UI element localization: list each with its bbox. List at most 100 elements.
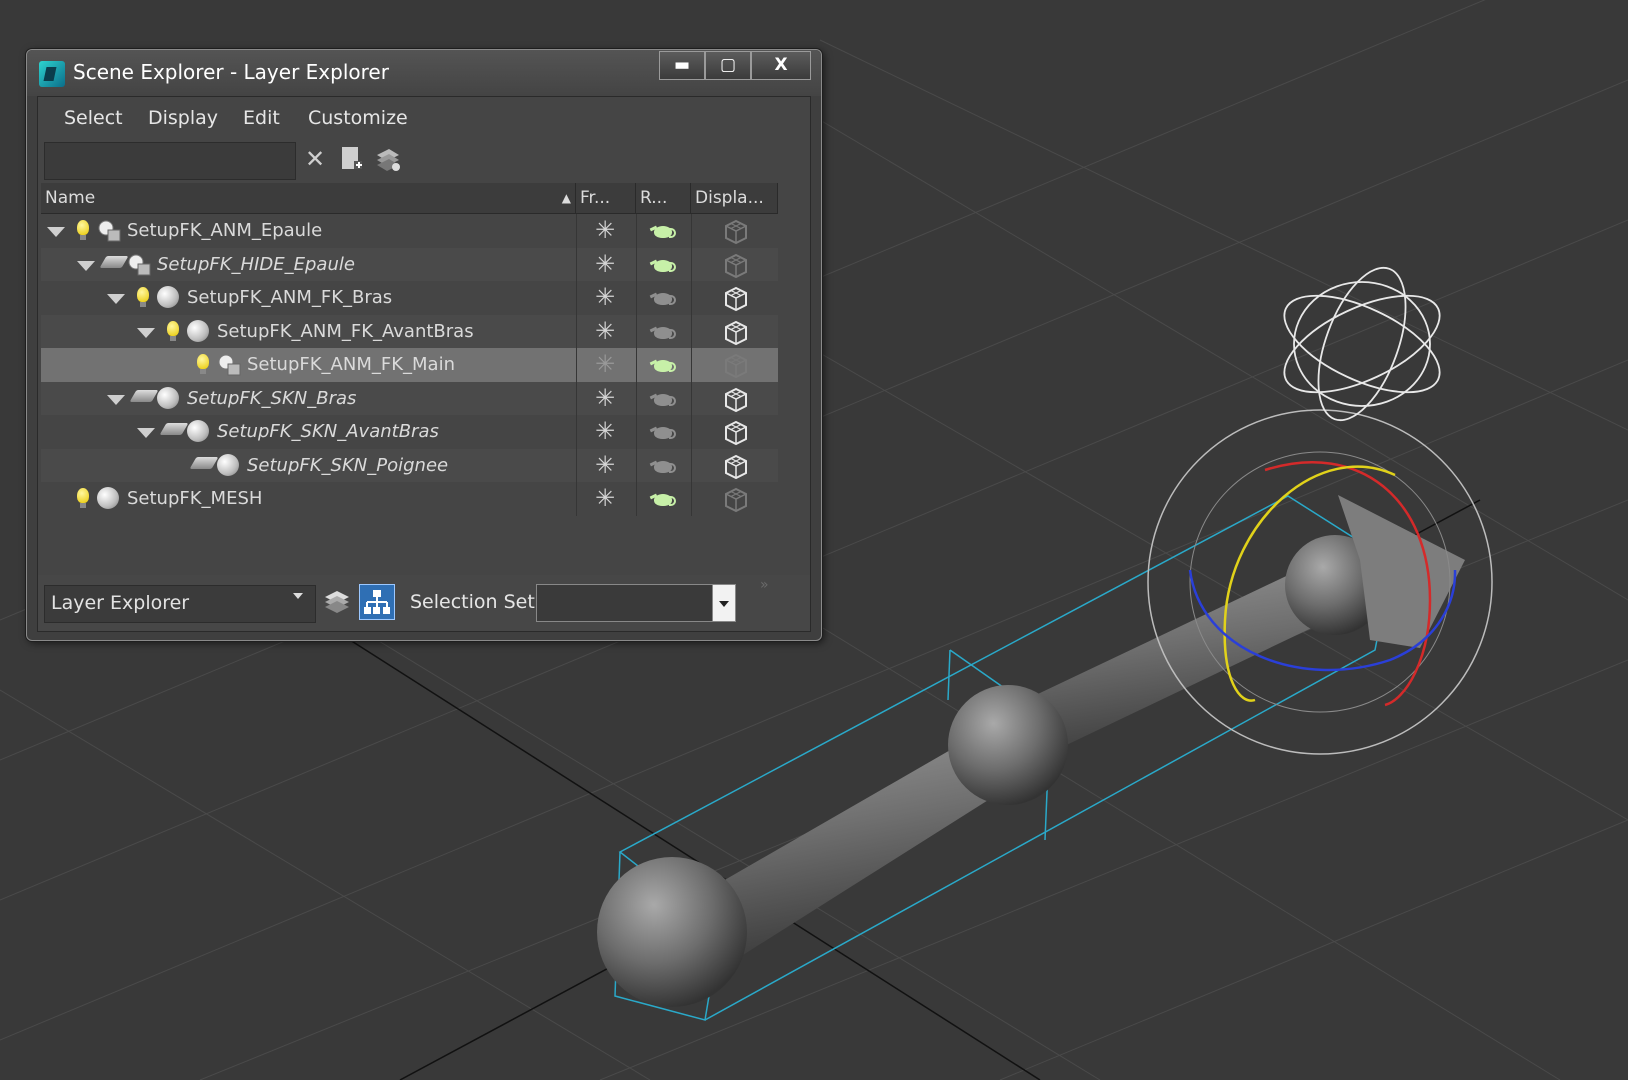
overflow-icon[interactable]: » [760,577,769,593]
layer-name: SetupFK_HIDE_Epaule [157,253,355,275]
column-header: Name ▲ Fr... R... Displa... [41,183,778,214]
layer-name: SetupFK_ANM_Epaule [127,220,323,241]
display-box-icon[interactable] [723,454,749,484]
column-name-label: Name [45,188,96,208]
layer-name: SetupFK_ANM_FK_Bras [187,287,393,308]
expand-triangle-icon[interactable] [107,294,125,304]
object-sphere-icon [187,319,209,342]
object-sphere-icon [97,487,119,509]
layer-name: SetupFK_SKN_Poignee [247,454,449,476]
layer-row[interactable]: SetupFK_SKN_AvantBras ✳ [41,415,778,449]
clear-search-icon[interactable]: ✕ [302,145,328,173]
display-box-icon[interactable] [723,387,749,417]
render-teapot-icon[interactable] [649,391,676,407]
layer-icon [99,255,129,268]
render-teapot-icon[interactable] [649,424,676,440]
layer-row[interactable]: SetupFK_MESH ✳ [41,482,778,516]
freeze-snowflake-icon[interactable]: ✳ [595,350,615,378]
render-teapot-icon[interactable] [649,324,676,340]
object-sphere-icon [217,453,239,476]
display-box-icon[interactable] [723,320,749,350]
explorer-type-value: Layer Explorer [51,592,190,614]
selection-set-label: Selection Set: [410,591,542,613]
layer-row[interactable]: SetupFK_ANM_FK_Main ✳ [41,348,778,382]
freeze-snowflake-icon[interactable]: ✳ [595,216,615,244]
menu-bar: Select Display Edit Customize [38,97,810,137]
minimize-button[interactable]: ▬ [659,51,705,80]
freeze-snowflake-icon[interactable]: ✳ [595,417,615,445]
freeze-snowflake-icon[interactable]: ✳ [595,283,615,311]
layer-name: SetupFK_ANM_FK_AvantBras [217,320,474,342]
expand-triangle-icon[interactable] [137,327,155,338]
layer-row[interactable]: SetupFK_ANM_FK_AvantBras ✳ [41,314,778,350]
render-teapot-icon[interactable] [649,458,676,474]
layer-icon [129,389,159,402]
layer-row[interactable]: SetupFK_HIDE_Epaule ✳ [41,247,778,283]
layer-row[interactable]: SetupFK_SKN_Poignee ✳ [41,448,778,484]
expand-triangle-icon[interactable] [47,227,65,237]
display-box-icon[interactable] [723,487,749,517]
lightbulb-icon[interactable] [137,287,149,307]
column-render[interactable]: R... [636,183,691,213]
lightbulb-icon[interactable] [77,488,89,508]
explorer-type-combo[interactable]: Layer Explorer [44,585,316,623]
expand-triangle-icon[interactable] [77,260,95,271]
add-to-layer-icon[interactable] [374,145,400,173]
render-teapot-icon[interactable] [649,357,676,373]
explorer-client: Select Display Edit Customize ✕ Name ▲ F… [37,96,811,632]
freeze-snowflake-icon[interactable]: ✳ [595,451,615,479]
object-sphere-icon [187,420,209,442]
display-box-icon[interactable] [723,219,749,249]
column-display[interactable]: Displa... [691,183,778,213]
app-icon [39,61,65,87]
menu-edit[interactable]: Edit [243,107,280,129]
scene-explorer-window[interactable]: Scene Explorer - Layer Explorer ▬ ▢ X Se… [26,49,822,641]
layer-tree[interactable]: SetupFK_ANM_Epaule ✳ SetupFK_HIDE_Epaule ✳ S… [41,214,778,574]
expand-triangle-icon[interactable] [137,428,155,438]
layer-row[interactable]: SetupFK_ANM_Epaule ✳ [41,214,778,248]
expand-triangle-icon[interactable] [107,394,125,405]
layer-name: SetupFK_MESH [127,488,263,509]
layer-icon [159,423,189,435]
render-teapot-icon[interactable] [649,257,676,273]
freeze-snowflake-icon[interactable]: ✳ [595,484,615,512]
joint-ball-elbow [948,685,1068,805]
title-bar[interactable]: Scene Explorer - Layer Explorer ▬ ▢ X [27,50,821,96]
new-layer-icon[interactable] [338,145,364,173]
chevron-down-icon[interactable] [293,593,303,599]
layer-row[interactable]: SetupFK_SKN_Bras ✳ [41,381,778,417]
render-teapot-icon[interactable] [649,223,676,239]
search-input[interactable] [44,142,296,180]
lightbulb-icon[interactable] [77,220,89,240]
freeze-snowflake-icon[interactable]: ✳ [595,384,615,412]
layer-objects-icon [217,353,243,381]
render-teapot-icon[interactable] [649,491,676,507]
column-name[interactable]: Name ▲ [41,183,576,213]
joint-ball-shoulder [597,857,747,1007]
layer-name: SetupFK_SKN_Bras [187,387,357,409]
lightbulb-icon[interactable] [197,354,209,374]
layer-name: SetupFK_ANM_FK_Main [247,354,455,375]
maximize-button[interactable]: ▢ [705,51,751,80]
display-box-icon[interactable] [723,353,749,383]
menu-customize[interactable]: Customize [308,107,408,129]
display-box-icon[interactable] [723,420,749,450]
layer-row[interactable]: SetupFK_ANM_FK_Bras ✳ [41,281,778,315]
object-sphere-icon [157,386,179,409]
lightbulb-icon[interactable] [167,320,179,341]
freeze-snowflake-icon[interactable]: ✳ [595,317,615,345]
display-box-icon[interactable] [723,286,749,316]
layer-objects-icon [97,219,123,247]
render-teapot-icon[interactable] [649,290,676,306]
menu-select[interactable]: Select [64,107,123,129]
object-sphere-icon [157,286,179,308]
freeze-snowflake-icon[interactable]: ✳ [595,250,615,278]
close-button[interactable]: X [751,51,811,80]
column-freeze[interactable]: Fr... [576,183,636,213]
layers-icon[interactable] [322,587,352,617]
selection-set-combo[interactable] [536,584,736,622]
selection-set-dropdown-icon[interactable] [712,584,736,622]
menu-display[interactable]: Display [148,107,218,129]
hierarchy-icon[interactable] [359,584,395,620]
display-box-icon[interactable] [723,253,749,283]
